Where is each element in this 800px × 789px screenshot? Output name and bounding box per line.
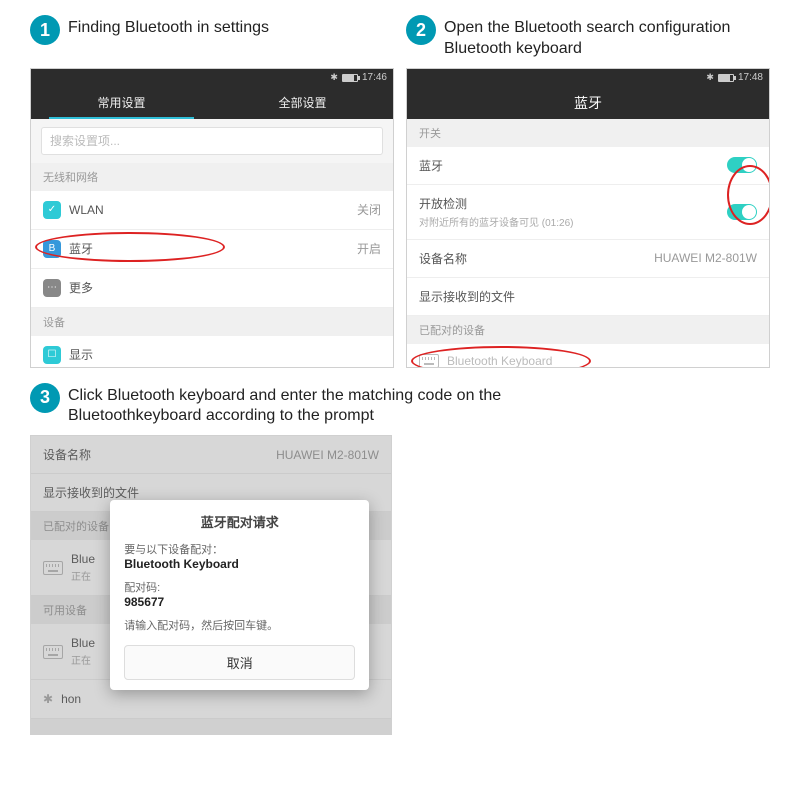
tab-all-settings[interactable]: 全部设置 xyxy=(212,87,393,119)
display-label: 显示 xyxy=(69,346,93,363)
battery-icon xyxy=(342,74,358,82)
device-name-value: HUAWEI M2-801W xyxy=(654,251,757,265)
bluetooth-row[interactable]: B 蓝牙 开启 xyxy=(31,230,393,269)
paired-device-row[interactable]: Bluetooth Keyboard xyxy=(407,344,769,368)
display-icon: ☐ xyxy=(43,346,61,364)
tab-common-settings[interactable]: 常用设置 xyxy=(31,87,212,119)
status-bar: ✱ 17:46 xyxy=(31,69,393,87)
settings-search-input[interactable]: 搜索设置项... xyxy=(41,127,383,155)
device-name-label: 设备名称 xyxy=(419,250,467,267)
display-row[interactable]: ☐ 显示 xyxy=(31,336,393,368)
screenshot-pairing-dialog: 设备名称 HUAWEI M2-801W 显示接收到的文件 已配对的设备 Blue… xyxy=(30,435,392,735)
more-icon: ⋯ xyxy=(43,279,61,297)
step-1-text: Finding Bluetooth in settings xyxy=(68,15,269,39)
bluetooth-status-icon: ✱ xyxy=(330,72,338,83)
wifi-icon: ✓ xyxy=(43,201,61,219)
dialog-instruction: 请输入配对码，然后按回车键。 xyxy=(124,617,355,633)
discoverable-toggle-row[interactable]: 开放检测 对附近所有的蓝牙设备可见 (01:26) xyxy=(407,185,769,240)
bluetooth-toggle-row[interactable]: 蓝牙 xyxy=(407,147,769,185)
discoverable-subtitle: 对附近所有的蓝牙设备可见 (01:26) xyxy=(419,214,573,229)
bluetooth-toggle-label: 蓝牙 xyxy=(419,157,443,174)
step-2-badge: 2 xyxy=(406,15,436,45)
keyboard-icon xyxy=(419,354,439,368)
status-time: 17:48 xyxy=(738,72,763,83)
screenshot-settings: ✱ 17:46 常用设置 全部设置 搜索设置项... 无线和网络 ✓ WLAN … xyxy=(30,68,394,368)
bluetooth-status-icon: ✱ xyxy=(706,72,714,83)
wlan-row[interactable]: ✓ WLAN 关闭 xyxy=(31,191,393,230)
step-1-badge: 1 xyxy=(30,15,60,45)
step-2-text: Open the Bluetooth search configuration … xyxy=(444,15,730,60)
cancel-button[interactable]: 取消 xyxy=(124,645,355,680)
battery-icon xyxy=(718,74,734,82)
bluetooth-status: 开启 xyxy=(357,240,381,257)
screenshot-bluetooth-settings: ✱ 17:48 蓝牙 开关 蓝牙 开放检测 对附近所有的蓝牙设备可见 (01:2… xyxy=(406,68,770,368)
section-paired-label: 已配对的设备 xyxy=(407,316,769,344)
step-3-text: Click Bluetooth keyboard and enter the m… xyxy=(68,383,501,428)
discoverable-label: 开放检测 xyxy=(419,195,573,212)
section-device-label: 设备 xyxy=(31,308,393,336)
more-row[interactable]: ⋯ 更多 xyxy=(31,269,393,308)
page-title: 蓝牙 xyxy=(407,87,769,119)
paired-device-name: Bluetooth Keyboard xyxy=(447,354,552,368)
section-wireless-label: 无线和网络 xyxy=(31,163,393,191)
bluetooth-label: 蓝牙 xyxy=(69,240,93,257)
device-name-row[interactable]: 设备名称 HUAWEI M2-801W xyxy=(407,240,769,278)
received-files-row[interactable]: 显示接收到的文件 xyxy=(407,278,769,316)
received-files-label: 显示接收到的文件 xyxy=(419,288,515,305)
more-label: 更多 xyxy=(69,279,93,296)
dialog-pairing-code: 985677 xyxy=(124,595,355,609)
bluetooth-icon: B xyxy=(43,240,61,258)
dialog-code-label: 配对码: xyxy=(124,579,355,595)
settings-tabbar: 常用设置 全部设置 xyxy=(31,87,393,119)
step-3-badge: 3 xyxy=(30,383,60,413)
status-bar: ✱ 17:48 xyxy=(407,69,769,87)
status-time: 17:46 xyxy=(362,72,387,83)
dialog-pair-with-label: 要与以下设备配对： xyxy=(124,541,355,557)
wlan-label: WLAN xyxy=(69,203,104,217)
dialog-device-name: Bluetooth Keyboard xyxy=(124,557,355,571)
pairing-dialog: 蓝牙配对请求 要与以下设备配对： Bluetooth Keyboard 配对码:… xyxy=(110,500,369,690)
bluetooth-toggle[interactable] xyxy=(727,157,757,173)
wlan-status: 关闭 xyxy=(357,201,381,218)
discoverable-toggle[interactable] xyxy=(727,204,757,220)
section-switch-label: 开关 xyxy=(407,119,769,147)
dialog-title: 蓝牙配对请求 xyxy=(124,512,355,531)
